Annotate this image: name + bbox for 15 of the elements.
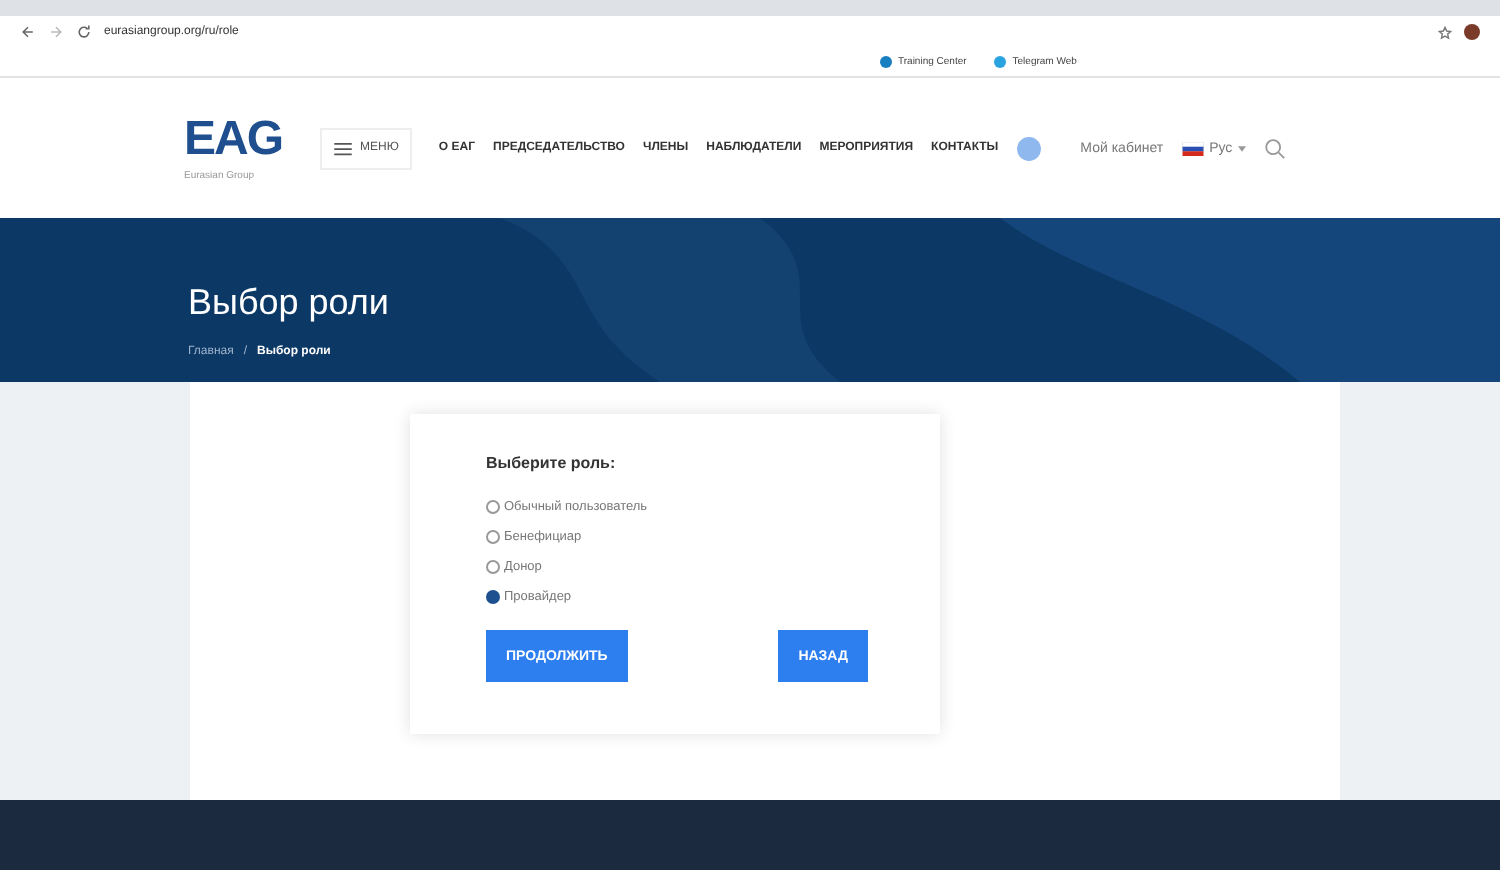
- logo[interactable]: EAG: [184, 115, 283, 163]
- star-icon[interactable]: [1438, 25, 1452, 39]
- search-icon[interactable]: [1264, 137, 1287, 159]
- flag-icon: [1181, 141, 1204, 155]
- radio-button[interactable]: [486, 589, 500, 603]
- form-heading: Выберите роль:: [486, 454, 618, 472]
- radio-button[interactable]: [486, 499, 500, 513]
- radio-button[interactable]: [486, 559, 500, 573]
- profile-avatar[interactable]: [1464, 24, 1480, 40]
- back-icon[interactable]: [20, 24, 36, 40]
- caret-icon: [1238, 145, 1247, 151]
- reload-icon[interactable]: [76, 24, 92, 40]
- menu-icon: [334, 141, 353, 155]
- radio-button[interactable]: [486, 529, 500, 543]
- page-title: Выбор роли: [188, 282, 391, 324]
